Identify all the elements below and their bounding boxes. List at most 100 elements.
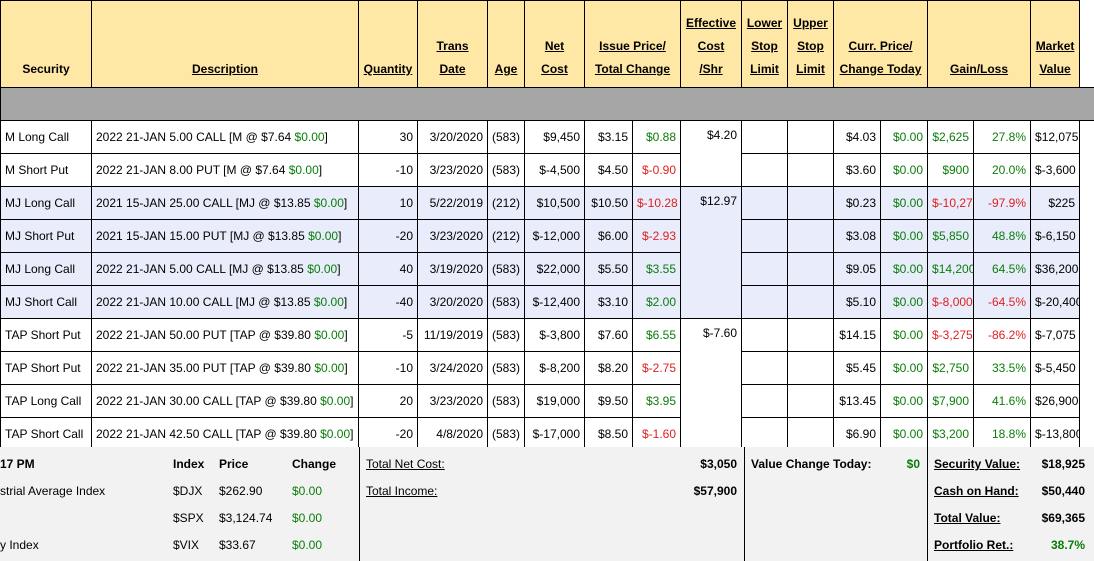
age-cell: (583) [487,417,525,451]
description-text: 2022 21-JAN 42.50 CALL [TAP @ $39.80 [96,427,321,441]
lower-stop-cell[interactable] [741,417,788,451]
table-row[interactable]: MJ Short Call 2022 21-JAN 10.00 CALL [MJ … [0,285,1094,319]
current-price-cell: $3.08 [833,219,881,253]
security-cell[interactable]: MJ Long Call [0,186,92,220]
description-text: 2022 21-JAN 30.00 CALL [TAP @ $39.80 [96,394,321,408]
change-today-cell: $0.00 [879,351,929,385]
table-row[interactable]: M Long Call 2022 21-JAN 5.00 CALL [M @ $7… [0,120,1094,187]
index-symbol[interactable]: $SPX [173,511,204,525]
col-curr-price[interactable]: Curr. Price/Change Today [832,0,929,88]
upper-stop-cell[interactable] [787,351,834,385]
col-quantity[interactable]: Quantity [358,0,418,88]
lower-stop-cell[interactable] [741,252,788,286]
description-close: ] [337,262,341,276]
table-row[interactable]: MJ Long Call 2021 15-JAN 25.00 CALL [MJ @… [0,186,1094,319]
gain-loss-cell: $5,850 [927,219,975,253]
age-cell: (212) [487,186,525,220]
table-row[interactable]: TAP Long Call 2022 21-JAN 30.00 CALL [TAP… [0,384,1094,418]
gain-loss-cell: $-3,275 [927,318,975,352]
col-security[interactable]: Security [0,0,92,88]
upper-stop-cell[interactable] [787,318,834,352]
upper-stop-cell[interactable] [787,384,834,418]
description-cell: 2022 21-JAN 5.00 CALL [MJ @ $13.85 $0.00… [91,252,359,286]
security-cell[interactable]: M Short Put [0,153,92,187]
underlying-change: $0.00 [314,361,345,375]
underlying-change: $0.00 [320,394,351,408]
col-upper-stop[interactable]: Upper Stop Limit [787,0,834,88]
security-cell[interactable]: TAP Short Call [0,417,92,451]
portfolio-return-value: 38.7% [1050,538,1085,552]
description-text: 2022 21-JAN 35.00 PUT [TAP @ $39.80 [96,361,315,375]
col-effective-cost[interactable]: Effective Cost/Shr [680,0,742,88]
index-price: $3,124.74 [219,511,273,525]
security-cell[interactable]: MJ Long Call [0,252,92,286]
upper-stop-cell[interactable] [787,186,834,220]
cash-on-hand-value: $50,440 [1041,484,1085,498]
col-age[interactable]: Age [487,0,525,88]
security-cell[interactable]: MJ Short Put [0,219,92,253]
upper-stop-cell[interactable] [787,252,834,286]
index-symbol[interactable]: $VIX [173,538,199,552]
security-cell[interactable]: M Long Call [0,120,92,154]
security-cell[interactable]: TAP Long Call [0,384,92,418]
description-close: ] [343,196,348,210]
table-row[interactable]: MJ Long Call 2022 21-JAN 5.00 CALL [MJ @ … [0,252,1094,286]
underlying-change: $0.00 [313,295,344,309]
trans-date-cell: 3/23/2020 [417,384,488,418]
upper-stop-cell[interactable] [787,285,834,319]
lower-stop-cell[interactable] [741,120,788,154]
col-issue-price[interactable]: Issue Price/Total Change [584,0,681,88]
col-gain-loss[interactable]: Gain/Loss [927,0,1032,88]
index-price: $262.90 [219,484,263,498]
change-today-cell: $0.00 [879,318,929,352]
effective-cost-cell: $12.97 [680,186,742,319]
current-price-cell: $3.60 [833,153,881,187]
total-change-cell: $6.55 [632,318,681,352]
table-row[interactable]: MJ Short Put 2021 15-JAN 15.00 PUT [MJ @ … [0,219,1094,253]
col-description[interactable]: Description [91,0,359,88]
issue-price-cell: $8.50 [584,417,633,451]
lower-stop-cell[interactable] [741,153,788,187]
divider [927,447,928,561]
col-market-value[interactable]: Market Value [1030,0,1081,88]
lower-stop-cell[interactable] [741,318,788,352]
quantity-cell: -10 [358,351,418,385]
lower-stop-cell[interactable] [741,186,788,220]
gain-loss-pct-cell: 33.5% [973,351,1032,385]
net-cost-cell: $10,500 [524,186,585,220]
market-value-cell: $12,075 [1030,120,1081,154]
upper-stop-cell[interactable] [787,120,834,154]
trans-date-cell: 3/20/2020 [417,285,488,319]
underlying-change: $0.00 [294,130,325,144]
col-lower-stop[interactable]: Lower Stop Limit [741,0,788,88]
effective-cost-cell: $4.20 [680,120,742,187]
trans-date-cell: 4/8/2020 [417,417,488,451]
security-cell[interactable]: TAP Short Put [0,351,92,385]
market-value-cell: $-13,800 [1030,417,1081,451]
upper-stop-cell[interactable] [787,219,834,253]
section-divider [0,87,1094,121]
table-row[interactable]: TAP Short Put 2022 21-JAN 50.00 PUT [TAP … [0,318,1094,451]
col-trans-date[interactable]: Trans Date [417,0,488,88]
issue-price-cell: $6.00 [584,219,633,253]
security-cell[interactable]: MJ Short Call [0,285,92,319]
market-value-cell: $-6,150 [1030,219,1081,253]
gain-loss-cell: $7,900 [927,384,975,418]
upper-stop-cell[interactable] [787,153,834,187]
gain-loss-pct-cell: 41.6% [973,384,1032,418]
lower-stop-cell[interactable] [741,219,788,253]
total-change-cell: $-2.75 [632,351,681,385]
security-cell[interactable]: TAP Short Put [0,318,92,352]
lower-stop-cell[interactable] [741,351,788,385]
table-row[interactable]: M Short Put 2022 21-JAN 8.00 PUT [M @ $7.… [0,153,1094,187]
description-text: 2022 21-JAN 50.00 PUT [TAP @ $39.80 [96,328,315,342]
lower-stop-cell[interactable] [741,285,788,319]
table-row[interactable]: TAP Short Put 2022 21-JAN 35.00 PUT [TAP … [0,351,1094,385]
table-row[interactable]: TAP Short Call 2022 21-JAN 42.50 CALL [TA… [0,417,1094,451]
trans-date-cell: 3/23/2020 [417,153,488,187]
col-net-cost[interactable]: Net Cost [524,0,585,88]
lower-stop-cell[interactable] [741,384,788,418]
description-text: 2021 15-JAN 25.00 CALL [MJ @ $13.85 [96,196,314,210]
index-symbol[interactable]: $DJX [173,484,202,498]
upper-stop-cell[interactable] [787,417,834,451]
